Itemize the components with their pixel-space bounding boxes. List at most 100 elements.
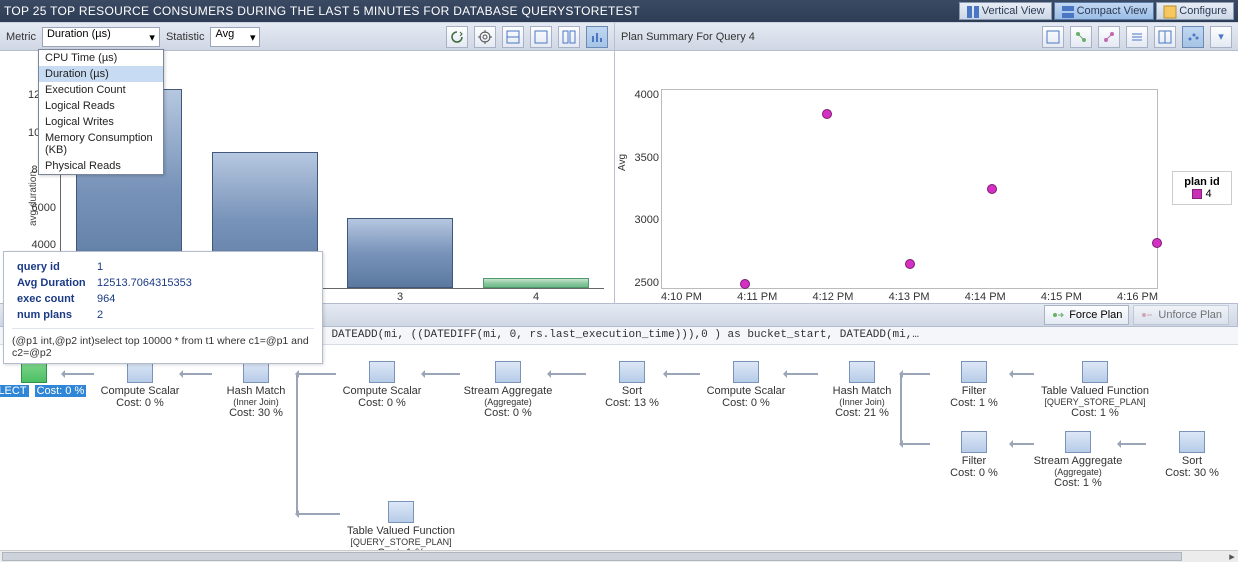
view2-button[interactable] xyxy=(530,26,552,48)
metric-select[interactable]: Duration (µs)▾ xyxy=(42,27,160,47)
tooltip-key-query: query id xyxy=(14,260,92,274)
legend-item: 4 xyxy=(1177,188,1227,200)
compute-scalar-icon xyxy=(127,361,153,383)
refresh-icon xyxy=(450,30,464,44)
tooltip-key-plans: num plans xyxy=(14,308,92,322)
metric-option[interactable]: Execution Count xyxy=(39,82,163,98)
right-y-ticks: 4000350030002500 xyxy=(625,89,659,289)
legend: plan id 4 xyxy=(1172,171,1232,205)
metric-option[interactable]: Memory Consumption (KB) xyxy=(39,130,163,158)
nodes-icon xyxy=(1074,30,1088,44)
refresh-button[interactable] xyxy=(446,26,468,48)
scroll-right-icon[interactable]: ▸ xyxy=(1226,551,1238,562)
bar[interactable] xyxy=(347,218,453,288)
force-plan-button[interactable]: Force Plan xyxy=(1044,305,1129,325)
scatter-point[interactable] xyxy=(1152,238,1162,248)
scatter-point[interactable] xyxy=(740,279,750,289)
connector xyxy=(296,373,298,515)
vertical-view-icon xyxy=(966,5,978,17)
metric-dropdown[interactable]: CPU Time (µs)Duration (µs)Execution Coun… xyxy=(38,49,164,175)
r-btn-3[interactable] xyxy=(1098,26,1120,48)
metric-option[interactable]: Physical Reads xyxy=(39,158,163,174)
bar[interactable] xyxy=(483,278,589,288)
select-icon xyxy=(21,361,47,383)
compute-scalar-icon xyxy=(369,361,395,383)
unforce-plan-icon xyxy=(1140,308,1154,322)
view1-button[interactable] xyxy=(502,26,524,48)
target-icon xyxy=(478,30,492,44)
right-plot-area[interactable] xyxy=(661,89,1158,289)
metric-option[interactable]: CPU Time (µs) xyxy=(39,50,163,66)
scatter-point[interactable] xyxy=(987,184,997,194)
tooltip-val-plans: 2 xyxy=(94,308,195,322)
op-flt2[interactable]: FilterCost: 0 % xyxy=(918,431,1030,479)
r-btn-4[interactable] xyxy=(1126,26,1148,48)
r-btn-7[interactable]: ▾ xyxy=(1210,26,1232,48)
title-bar: TOP 25 TOP RESOURCE CONSUMERS DURING THE… xyxy=(0,0,1238,22)
metric-option[interactable]: Logical Reads xyxy=(39,98,163,114)
compute-scalar-icon xyxy=(733,361,759,383)
r-btn-2[interactable] xyxy=(1070,26,1092,48)
sort-icon xyxy=(619,361,645,383)
r-btn-1[interactable] xyxy=(1042,26,1064,48)
tooltip-sql: (@p1 int,@p2 int)select top 10000 * from… xyxy=(12,328,314,359)
configure-label: Configure xyxy=(1179,5,1227,17)
op-cs2[interactable]: Compute ScalarCost: 0 % xyxy=(326,361,438,409)
grid-icon xyxy=(506,30,520,44)
op-select[interactable]: SELECT Cost: 0 % xyxy=(0,361,90,398)
plan-summary-title: Plan Summary For Query 4 xyxy=(621,31,755,43)
right-pane: Plan Summary For Query 4 ▾ Avg 400035003… xyxy=(615,23,1238,325)
op-flt1[interactable]: FilterCost: 1 % xyxy=(918,361,1030,409)
compact-view-button[interactable]: Compact View xyxy=(1054,2,1155,20)
chevron-down-icon: ▾ xyxy=(1218,30,1224,43)
tooltip-key-exec: exec count xyxy=(14,292,92,306)
hash-match-icon xyxy=(849,361,875,383)
statistic-select[interactable]: Avg▾ xyxy=(210,27,260,47)
tooltip-val-exec: 964 xyxy=(94,292,195,306)
op-sort1[interactable]: SortCost: 13 % xyxy=(576,361,688,409)
page-title: TOP 25 TOP RESOURCE CONSUMERS DURING THE… xyxy=(4,4,957,18)
unforce-plan-button[interactable]: Unforce Plan xyxy=(1133,305,1229,325)
r-btn-6[interactable] xyxy=(1182,26,1204,48)
bar-chart-icon xyxy=(590,30,604,44)
chart-view-button[interactable] xyxy=(586,26,608,48)
op-tvf2[interactable]: Table Valued Function[QUERY_STORE_PLAN]C… xyxy=(326,501,476,550)
window-icon xyxy=(534,30,548,44)
op-cs1[interactable]: Compute ScalarCost: 0 % xyxy=(84,361,196,409)
view3-button[interactable] xyxy=(558,26,580,48)
metric-option[interactable]: Duration (µs) xyxy=(39,66,163,82)
right-toolbar: Plan Summary For Query 4 ▾ xyxy=(615,23,1238,51)
legend-swatch xyxy=(1192,189,1202,199)
op-sort2[interactable]: SortCost: 30 % xyxy=(1136,431,1238,479)
execution-plan[interactable]: SELECT Cost: 0 % Compute ScalarCost: 0 %… xyxy=(0,345,1238,550)
stream-aggregate-icon xyxy=(1065,431,1091,453)
op-tvf1[interactable]: Table Valued Function[QUERY_STORE_PLAN]C… xyxy=(1020,361,1170,419)
force-plan-icon xyxy=(1051,308,1065,322)
chevron-down-icon: ▾ xyxy=(149,31,155,44)
grid2-icon xyxy=(562,30,576,44)
scroll-thumb[interactable] xyxy=(2,552,1182,561)
configure-button[interactable]: Configure xyxy=(1156,2,1234,20)
r-btn-5[interactable] xyxy=(1154,26,1176,48)
bar-tooltip: query id1 Avg Duration12513.7064315353 e… xyxy=(3,251,323,364)
tvf-icon xyxy=(1082,361,1108,383)
scatter-point[interactable] xyxy=(905,259,915,269)
stream-aggregate-icon xyxy=(495,361,521,383)
metric-option[interactable]: Logical Writes xyxy=(39,114,163,130)
compact-view-icon xyxy=(1061,5,1073,17)
sort-icon xyxy=(1179,431,1205,453)
target-button[interactable] xyxy=(474,26,496,48)
vertical-view-label: Vertical View xyxy=(982,5,1045,17)
op-cs3[interactable]: Compute ScalarCost: 0 % xyxy=(690,361,802,409)
tooltip-key-dur: Avg Duration xyxy=(14,276,92,290)
chevron-down-icon: ▾ xyxy=(250,31,256,44)
filter-icon xyxy=(961,431,987,453)
nodes2-icon xyxy=(1102,30,1116,44)
scatter-point[interactable] xyxy=(822,109,832,119)
connector xyxy=(900,373,902,445)
vertical-view-button[interactable]: Vertical View xyxy=(959,2,1052,20)
list-icon xyxy=(1130,30,1144,44)
window-icon xyxy=(1046,30,1060,44)
horizontal-scrollbar[interactable]: ◂ ▸ xyxy=(0,550,1238,562)
scatter-icon xyxy=(1186,30,1200,44)
